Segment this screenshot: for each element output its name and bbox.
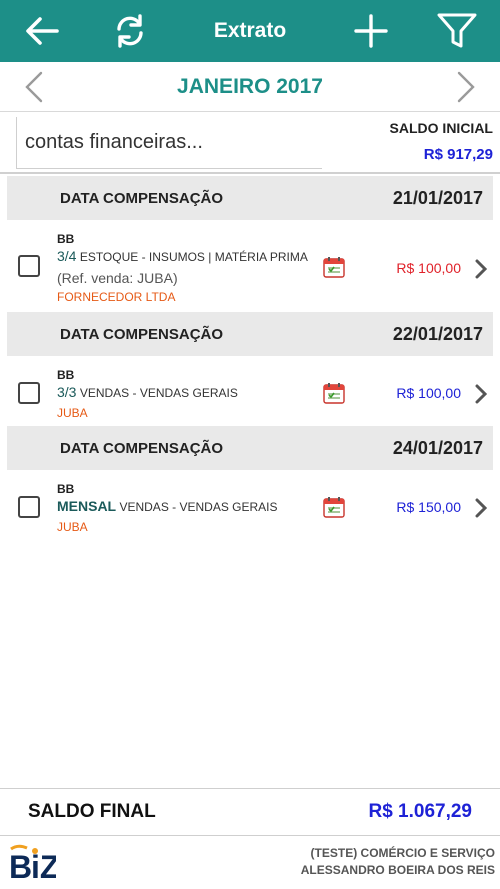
statement-entry[interactable]: BB 3/3 VENDAS - VENDAS GERAIS JUBA R$ 10… [7,356,493,426]
chevron-right-icon[interactable] [471,497,491,519]
footer: B iZ (TESTE) COMÉRCIO E SERVIÇO ALESSAND… [0,836,500,889]
page-title: Extrato [213,19,287,42]
statement-entry[interactable]: BB 3/4 ESTOQUE - INSUMOS | MATÉRIA PRIMA… [7,220,493,312]
entry-amount: R$ 100,00 [396,260,461,276]
entry-parcela: 3/3 [57,384,77,400]
calendar-icon[interactable] [323,496,345,518]
entry-description: VENDAS - VENDAS GERAIS [119,500,278,514]
date-header: DATA COMPENSAÇÃO 24/01/2017 [7,426,493,470]
date-header-label: DATA COMPENSAÇÃO [60,439,224,457]
entry-parcela: 3/4 [57,248,77,264]
svg-text:B: B [9,849,32,884]
app-bar: Extrato [0,0,500,62]
date-header: DATA COMPENSAÇÃO 22/01/2017 [7,312,493,356]
entry-parcela: MENSAL [57,498,117,514]
chevron-right-icon[interactable] [471,383,491,405]
account-row: contas financeiras... SALDO INICIAL R$ 9… [0,112,500,174]
filter-icon[interactable] [434,0,480,62]
month-label: JANEIRO 2017 [177,75,323,98]
date-header-date: 22/01/2017 [392,323,483,344]
date-header-label: DATA COMPENSAÇÃO [60,189,224,207]
entry-description-line: 3/4 ESTOQUE - INSUMOS | MATÉRIA PRIMA [57,248,308,264]
company-line-2: ALESSANDRO BOEIRA DOS REIS [300,863,495,877]
statement-list: DATA COMPENSAÇÃO 21/01/2017 BB 3/4 ESTOQ… [0,176,500,540]
saldo-inicial-value: R$ 917,29 [423,146,493,163]
date-header: DATA COMPENSAÇÃO 21/01/2017 [7,176,493,220]
entry-amount: R$ 100,00 [396,385,461,401]
company-info: (TESTE) COMÉRCIO E SERVIÇO ALESSANDRO BO… [301,845,495,879]
date-header-date: 21/01/2017 [392,187,483,208]
entry-description-line: 3/3 VENDAS - VENDAS GERAIS [57,384,238,400]
saldo-final-value: R$ 1.067,29 [368,801,472,822]
date-header-label: DATA COMPENSAÇÃO [60,325,224,343]
chevron-left-icon[interactable] [16,70,52,104]
company-line-1: (TESTE) COMÉRCIO E SERVIÇO [310,846,495,860]
statement-entry[interactable]: BB MENSAL VENDAS - VENDAS GERAIS JUBA R$… [7,470,493,540]
entry-reference: (Ref. venda: JUBA) [57,270,178,286]
chevron-right-icon[interactable] [448,70,484,104]
entry-checkbox[interactable] [18,255,40,277]
biz-logo: B iZ [8,844,59,885]
entry-party: JUBA [57,406,88,420]
saldo-final-label: SALDO FINAL [28,801,156,822]
entry-checkbox[interactable] [18,382,40,404]
entry-description: ESTOQUE - INSUMOS | MATÉRIA PRIMA [79,250,308,264]
month-navigation: JANEIRO 2017 [0,62,500,112]
saldo-final-bar: SALDO FINAL R$ 1.067,29 [0,788,500,836]
entry-bank: BB [57,482,75,496]
account-select[interactable]: contas financeiras... [16,117,322,169]
arrow-left-icon[interactable] [20,0,64,62]
date-header-date: 24/01/2017 [392,437,483,458]
entry-description: VENDAS - VENDAS GERAIS [79,386,238,400]
saldo-inicial-label: SALDO INICIAL [389,120,493,136]
entry-description-line: MENSAL VENDAS - VENDAS GERAIS [57,498,278,514]
entry-bank: BB [57,232,75,246]
refresh-icon[interactable] [110,0,150,62]
calendar-icon[interactable] [323,256,345,278]
entry-amount: R$ 150,00 [396,499,461,515]
svg-text:iZ: iZ [31,849,56,884]
entry-checkbox[interactable] [18,496,40,518]
plus-icon[interactable] [350,0,392,62]
chevron-right-icon[interactable] [471,258,491,280]
calendar-icon[interactable] [323,382,345,404]
entry-bank: BB [57,368,75,382]
entry-party: FORNECEDOR LTDA [57,290,176,304]
entry-party: JUBA [57,520,88,534]
